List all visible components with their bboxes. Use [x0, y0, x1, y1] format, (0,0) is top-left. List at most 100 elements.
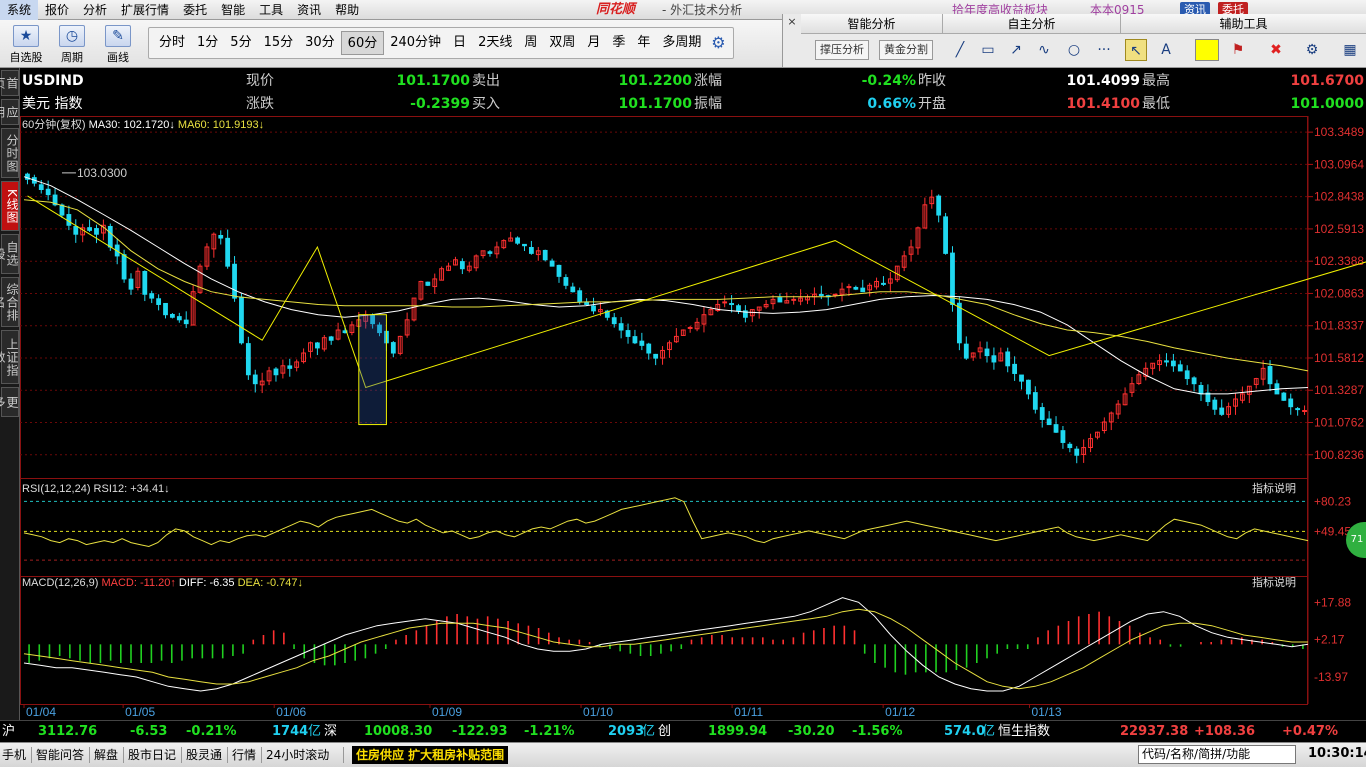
period-5[interactable]: 60分 [340, 31, 385, 55]
tool-0-button[interactable]: ★ 自选股 [6, 22, 46, 66]
menu-item-5[interactable]: 智能 [214, 0, 252, 20]
rsi-help-link[interactable]: 指标说明 [1252, 481, 1296, 495]
label-high: 最高 [1142, 73, 1170, 89]
label-prev: 昨收 [918, 73, 946, 89]
candle-body [183, 319, 189, 325]
macd-tick-label: -13.97 [1314, 670, 1348, 684]
period-9[interactable]: 周 [518, 31, 543, 55]
macd-tick-label: +17.88 [1314, 596, 1351, 610]
cursor-icon[interactable]: ↖ [1125, 39, 1147, 61]
bookmark-icon[interactable]: ⚑ [1227, 39, 1249, 61]
candle-body [1039, 407, 1045, 420]
period-8[interactable]: 2天线 [472, 31, 518, 55]
sidebar-tab-5[interactable]: 综合排名 [0, 277, 19, 327]
bottom-item-1[interactable]: 智能问答 [36, 746, 84, 764]
close-icon[interactable]: × [785, 15, 799, 29]
tab-smart-analysis[interactable]: 智能分析 [801, 14, 943, 34]
rect-draw-icon[interactable]: ▭ [977, 39, 999, 61]
gear-icon[interactable]: ⚙ [707, 32, 729, 54]
sidebar-tab-2[interactable]: 分时图 [1, 128, 19, 178]
bottom-item-5[interactable]: 行情 [232, 746, 256, 764]
bottom-item-4[interactable]: 股灵通 [186, 746, 222, 764]
period-6[interactable]: 240分钟 [384, 31, 447, 55]
period-10[interactable]: 双周 [543, 31, 581, 55]
color-swatch[interactable] [1195, 39, 1219, 61]
kline-chart[interactable]: 103.3489 103.0964 102.8438 102.5913 102.3388… [20, 116, 1366, 720]
golden-section-button[interactable]: 黄金分割 [879, 40, 933, 60]
period-7[interactable]: 日 [447, 31, 472, 55]
period-2[interactable]: 5分 [224, 31, 257, 55]
macd-legend-value: MACD: -11.20↑ [101, 577, 178, 589]
sidebar-tab-4[interactable]: 自选股 [0, 234, 19, 274]
menu-item-6[interactable]: 工具 [252, 0, 290, 20]
news-ticker[interactable]: 住房供应 扩大租房补贴范围 [352, 746, 509, 764]
menu-item-1[interactable]: 报价 [38, 0, 76, 20]
period-11[interactable]: 月 [581, 31, 606, 55]
period-4[interactable]: 30分 [299, 31, 341, 55]
sh-change: -6.53 [130, 724, 168, 739]
tool-label: 自选股 [9, 51, 43, 64]
sidebar-tab-7[interactable]: 更多 [0, 387, 19, 417]
period-3[interactable]: 15分 [258, 31, 300, 55]
sidebar-tab-6[interactable]: 上证指数 [0, 330, 19, 384]
trend-draw-icon[interactable]: ↗ [1005, 39, 1027, 61]
separator [31, 747, 32, 763]
tab-aux-tools[interactable]: 辅助工具 [1121, 14, 1366, 34]
price-tick-label: 101.8337 [1314, 319, 1364, 333]
period-1[interactable]: 1分 [191, 31, 224, 55]
menu-item-7[interactable]: 资讯 [290, 0, 328, 20]
period-13[interactable]: 年 [631, 31, 656, 55]
x-tick-label: 01/09 [432, 705, 462, 719]
more-icon[interactable]: ··· [1093, 39, 1115, 61]
sidebar-tab-3[interactable]: K线图 [1, 181, 19, 231]
value-chg: -0.2399 [410, 96, 470, 112]
period-14[interactable]: 多周期 [656, 31, 707, 55]
tool-2-button[interactable]: ✎ 画线 [98, 22, 138, 66]
delete-icon[interactable]: ✖ [1265, 39, 1287, 61]
candle-body [218, 235, 224, 239]
candle-body [1295, 408, 1301, 411]
value-low: 101.0000 [1290, 96, 1364, 112]
grid-icon[interactable]: ▦ [1339, 39, 1361, 61]
support-resistance-button[interactable]: 撑压分析 [815, 40, 869, 60]
x-tick-label: 01/06 [276, 705, 306, 719]
menu-item-8[interactable]: 帮助 [328, 0, 366, 20]
sidebar-tab-0[interactable]: 首页 [0, 70, 19, 96]
candle-body [1170, 360, 1176, 367]
candle-body [273, 368, 279, 376]
period-0[interactable]: 分时 [153, 31, 191, 55]
settings-icon[interactable]: ⚙ [1301, 39, 1323, 61]
bottom-item-3[interactable]: 股市日记 [128, 746, 176, 764]
sz-value: 10008.30 [364, 724, 433, 739]
label-amp: 振幅 [694, 96, 722, 112]
candle-body [1067, 443, 1073, 449]
circle-draw-icon[interactable]: ○ [1063, 39, 1085, 61]
menu-item-4[interactable]: 委托 [176, 0, 214, 20]
sz-change: -122.93 [452, 724, 508, 739]
menu-item-0[interactable]: 系统 [0, 0, 39, 20]
text-icon[interactable]: A [1155, 39, 1177, 61]
period-icon: ◷ [59, 25, 85, 47]
candle-body [107, 225, 113, 248]
menu-item-3[interactable]: 扩展行情 [114, 0, 176, 20]
sidebar-tab-1[interactable]: 应用 [0, 99, 19, 125]
line-draw-icon[interactable]: ╱ [949, 39, 971, 61]
candle-body [38, 184, 44, 190]
bottom-item-6[interactable]: 24小时滚动 [266, 746, 329, 764]
label-low: 最低 [1142, 96, 1170, 112]
macd-help-link[interactable]: 指标说明 [1252, 575, 1296, 589]
index-status-bar: 沪 3112.76 -6.53 -0.21% 1744 亿 深 10008.30… [0, 720, 1366, 742]
tool-1-button[interactable]: ◷ 周期 [52, 22, 92, 66]
bottom-item-2[interactable]: 解盘 [94, 746, 118, 764]
candle-body [556, 264, 562, 277]
candle-body [515, 237, 520, 244]
macd-legend-dea: DEA: -0.747↓ [238, 577, 303, 589]
code-search-input[interactable]: 代码/名称/简拼/功能 [1138, 745, 1296, 764]
wave-draw-icon[interactable]: ∿ [1033, 39, 1055, 61]
candle-body [45, 188, 51, 196]
candle-body [163, 302, 168, 316]
chart-background [20, 116, 1366, 720]
bottom-item-0[interactable]: 手机 [2, 746, 26, 764]
menu-item-2[interactable]: 分析 [76, 0, 114, 20]
period-12[interactable]: 季 [606, 31, 631, 55]
